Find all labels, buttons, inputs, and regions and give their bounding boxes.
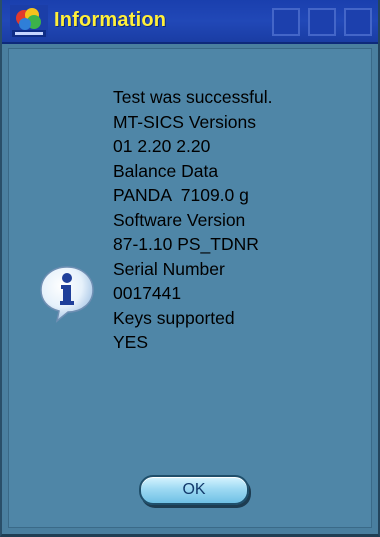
message-line: Serial Number <box>113 258 225 279</box>
message-line: 0017441 <box>113 283 182 303</box>
message-line: 87-1.10 PS_TDNR <box>113 234 259 254</box>
message-line: Keys supported <box>113 307 235 328</box>
message-line: Balance Data <box>113 160 219 181</box>
window-title: Information <box>54 9 167 31</box>
message-line: MT-SICS Versions <box>113 111 256 132</box>
title-bar[interactable]: Information <box>2 0 378 44</box>
info-icon <box>40 266 94 323</box>
app-logo-icon <box>10 5 48 39</box>
message-line: Software Version <box>113 209 246 230</box>
message-line: PANDA 7109.0 g <box>113 185 249 205</box>
ok-button[interactable]: OK <box>139 475 249 505</box>
information-dialog: Information Test was successful. MT-SICS… <box>0 0 380 537</box>
message-text: Test was successful. MT-SICS Versions 01… <box>113 85 363 355</box>
message-line: Test was successful. <box>113 87 273 107</box>
message-line: YES <box>113 332 149 352</box>
minimize-button[interactable] <box>272 8 300 36</box>
close-button[interactable] <box>344 8 372 36</box>
dialog-body: Test was successful. MT-SICS Versions 01… <box>8 48 372 528</box>
message-line: 01 2.20 2.20 <box>113 136 211 156</box>
maximize-button[interactable] <box>308 8 336 36</box>
